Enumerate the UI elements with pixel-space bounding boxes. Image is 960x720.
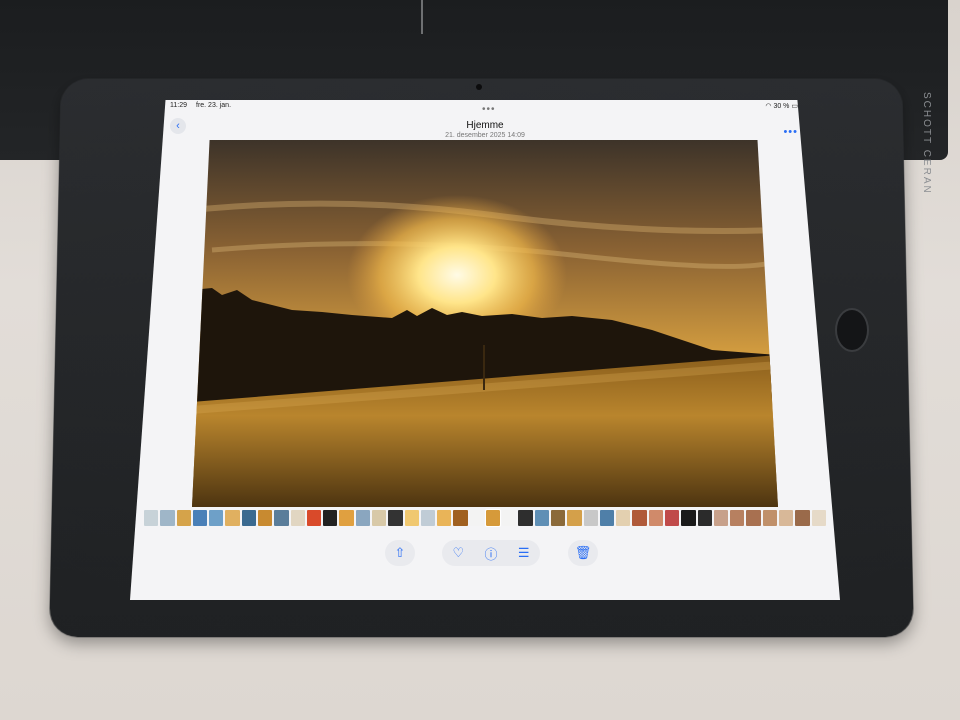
battery-icon: ▭ [791, 103, 798, 110]
thumbnail[interactable] [323, 510, 338, 526]
share-button[interactable]: ⇧ [385, 540, 415, 566]
action-group: ♡ ⓘ ☰ [442, 540, 540, 566]
thumbnail[interactable] [192, 510, 208, 526]
thumbnail[interactable] [241, 510, 256, 526]
thumbnail[interactable] [339, 510, 354, 526]
thumbnail[interactable] [225, 510, 240, 526]
thumbnail[interactable] [355, 510, 370, 526]
battery-label: 30 % [773, 103, 790, 110]
thumbnail[interactable] [274, 510, 289, 526]
thumbnail[interactable] [437, 510, 452, 526]
status-time: 11:29 [170, 102, 187, 109]
thumbnail[interactable] [778, 510, 794, 526]
thumbnail[interactable] [648, 510, 663, 526]
thumbnail[interactable] [681, 510, 696, 526]
thumbnail[interactable] [404, 510, 419, 526]
thumbnail[interactable] [795, 510, 810, 526]
front-camera [476, 84, 482, 90]
thumbnail[interactable] [616, 510, 631, 526]
thumbnail[interactable] [599, 510, 615, 526]
status-battery: ◠ 30 % ▭ [765, 102, 798, 110]
thumbnail-strip[interactable] [144, 509, 826, 527]
thumbnail[interactable] [176, 510, 191, 526]
info-icon[interactable]: ⓘ [480, 544, 502, 563]
home-button[interactable] [835, 308, 869, 352]
thumbnail[interactable] [697, 510, 712, 526]
thumbnail[interactable] [811, 510, 826, 526]
multitasking-dots-icon[interactable]: ••• [482, 105, 496, 115]
thumbnail[interactable] [257, 510, 273, 526]
thumbnail[interactable] [469, 510, 484, 526]
main-photo[interactable] [192, 140, 778, 507]
delete-button[interactable]: 🗑 [568, 540, 598, 566]
thumbnail[interactable] [665, 510, 680, 526]
cooktop-mark [421, 0, 423, 34]
thumbnail[interactable] [388, 510, 403, 526]
thumbnail[interactable] [762, 510, 777, 526]
thumbnail[interactable] [453, 510, 468, 526]
thumbnail[interactable] [290, 510, 305, 526]
thumbnail[interactable] [632, 510, 647, 526]
thumbnail[interactable] [583, 510, 598, 526]
thumbnail[interactable] [502, 510, 517, 526]
thumbnail[interactable] [730, 510, 745, 526]
status-date: fre. 23. jan. [196, 102, 232, 109]
adjust-icon[interactable]: ☰ [513, 545, 535, 561]
thumbnail[interactable] [746, 510, 761, 526]
photos-app-screen: 11:29 fre. 23. jan. ◠ 30 % ▭ ••• ‹ ••• H… [130, 100, 840, 600]
share-icon: ⇧ [394, 545, 406, 560]
thumbnail[interactable] [420, 510, 436, 526]
thumbnail[interactable] [534, 510, 550, 526]
thumbnail[interactable] [713, 510, 729, 526]
thumbnail[interactable] [144, 510, 159, 526]
thumbnail[interactable] [551, 510, 566, 526]
heart-icon[interactable]: ♡ [447, 545, 469, 561]
photo-timestamp: 21. desember 2025 14:09 [445, 132, 525, 139]
thumbnail[interactable] [371, 510, 387, 526]
thumbnail[interactable] [209, 510, 224, 526]
page-title: Hjemme [466, 120, 504, 131]
photo-toolbar: ⇧ ♡ ⓘ ☰ 🗑 [130, 540, 840, 570]
sunset-photo-image [192, 140, 778, 507]
thumbnail[interactable] [567, 510, 582, 526]
thumbnail[interactable] [518, 510, 533, 526]
trash-icon: 🗑 [574, 545, 592, 560]
thumbnail[interactable] [306, 510, 322, 526]
thumbnail-current[interactable] [484, 509, 502, 527]
thumbnail[interactable] [160, 510, 175, 526]
